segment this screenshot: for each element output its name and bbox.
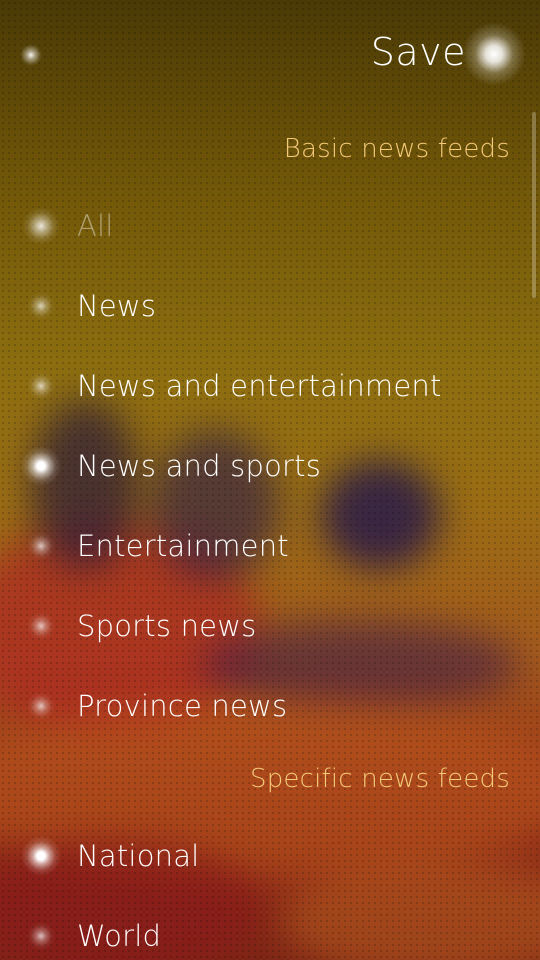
switch-indicator-icon <box>18 203 64 249</box>
feed-item-label: News <box>77 289 157 323</box>
feed-item-all[interactable]: All <box>0 186 540 266</box>
feed-item-label: News and sports <box>77 449 322 483</box>
feed-item-news-and-sports[interactable]: News and sports <box>0 426 540 506</box>
feed-item-label: World <box>77 919 162 953</box>
save-highlight-icon <box>462 22 526 86</box>
feed-item-label: Entertainment <box>77 529 289 563</box>
feed-item-province-news[interactable]: Province news <box>0 666 540 746</box>
feed-item-label: Province news <box>77 689 288 723</box>
feed-item-sports-news[interactable]: Sports news <box>0 586 540 666</box>
switch-indicator-icon <box>18 603 64 649</box>
feed-item-label: Sports news <box>77 609 257 643</box>
feed-item-world[interactable]: World <box>0 896 540 960</box>
section-header-specific-news-feeds: Specific news feeds <box>249 764 510 794</box>
switch-indicator-icon <box>18 683 64 729</box>
feed-item-entertainment[interactable]: Entertainment <box>0 506 540 586</box>
switch-indicator-icon <box>18 833 64 879</box>
feed-item-label: News and entertainment <box>77 369 442 403</box>
switch-indicator-icon <box>18 913 64 959</box>
section-header-basic-news-feeds: Basic news feeds <box>283 134 510 164</box>
feed-item-label: National <box>77 839 200 873</box>
switch-indicator-icon <box>18 363 64 409</box>
switch-indicator-icon <box>18 283 64 329</box>
save-button[interactable]: Save <box>371 30 466 74</box>
feed-item-label: All <box>77 209 114 243</box>
switch-indicator-icon <box>18 523 64 569</box>
feed-item-national[interactable]: National <box>0 816 540 896</box>
pulley-menu-indicator <box>20 44 42 66</box>
feed-item-news[interactable]: News <box>0 266 540 346</box>
feed-item-news-and-entertainment[interactable]: News and entertainment <box>0 346 540 426</box>
switch-indicator-icon <box>18 443 64 489</box>
